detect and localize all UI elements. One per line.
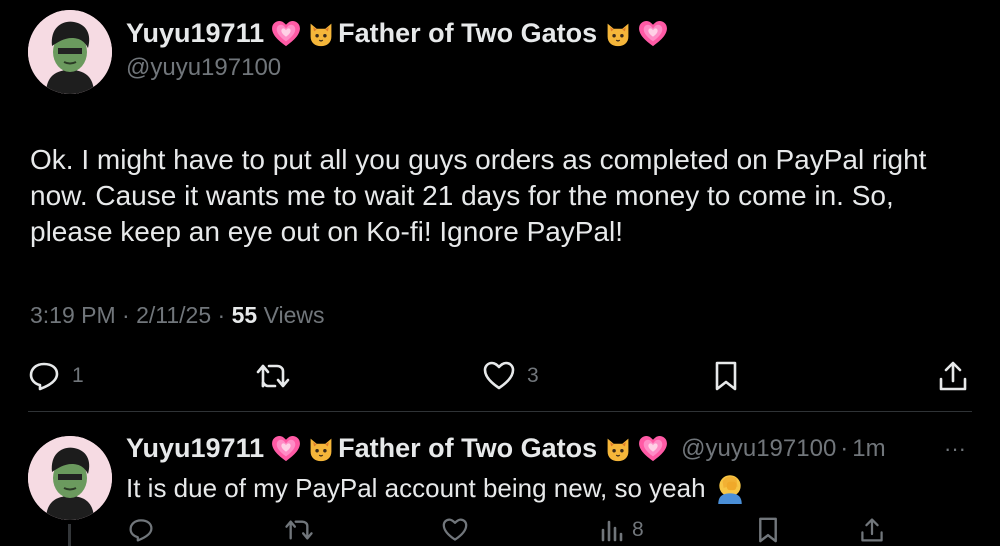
- reply-icon: [129, 519, 153, 542]
- avatar[interactable]: [28, 10, 112, 94]
- avatar-image: [28, 10, 112, 94]
- author-handle[interactable]: @yuyu197100: [681, 435, 836, 463]
- share-icon: [939, 361, 967, 391]
- like-count: 3: [527, 364, 539, 387]
- repost-button[interactable]: [284, 516, 314, 544]
- heart-emoji-icon: [639, 21, 667, 47]
- views-count: 55: [231, 302, 258, 328]
- heart-emoji-icon: [272, 21, 300, 47]
- reply-avatar[interactable]: [28, 436, 112, 520]
- bookmark-icon: [759, 517, 777, 543]
- like-button[interactable]: [442, 516, 468, 544]
- analytics-button[interactable]: 8: [600, 516, 644, 544]
- like-icon: [442, 518, 468, 541]
- author-handle[interactable]: @yuyu197100: [126, 54, 281, 82]
- avatar-image: [28, 436, 112, 520]
- repost-icon: [256, 364, 290, 388]
- more-options-button[interactable]: ···: [944, 436, 966, 462]
- views-label: Views: [263, 302, 325, 328]
- facepalm-emoji-icon: [714, 472, 746, 504]
- analytics-icon: [601, 520, 623, 542]
- repost-icon: [285, 520, 313, 540]
- meta-separator: ·: [840, 434, 849, 462]
- display-name: Yuyu19711: [126, 18, 265, 48]
- bookmark-button[interactable]: [756, 516, 780, 544]
- cat-emoji-icon: [308, 436, 334, 462]
- display-name: Yuyu19711: [126, 433, 265, 463]
- heart-emoji-icon: [639, 436, 667, 462]
- reply-button[interactable]: [128, 516, 154, 544]
- cat-emoji-icon: [605, 21, 631, 47]
- more-icon: ···: [944, 436, 966, 461]
- post-time[interactable]: 3:19 PM: [30, 302, 116, 328]
- post-meta: 3:19 PM · 2/11/25 · 55 Views: [30, 302, 325, 329]
- bookmark-icon: [715, 361, 737, 391]
- post-text: Ok. I might have to put all you guys ord…: [30, 144, 927, 247]
- reply-post-author[interactable]: Yuyu19711 Father of Two Gatos @yuyu19710…: [126, 433, 886, 464]
- post-date[interactable]: 2/11/25: [136, 302, 211, 328]
- share-button[interactable]: [938, 360, 968, 392]
- divider: [28, 411, 972, 412]
- reply-icon: [29, 362, 59, 391]
- thread-line: [68, 524, 71, 546]
- like-button[interactable]: 3: [483, 360, 539, 392]
- meta-separator: ·: [122, 302, 137, 328]
- cat-emoji-icon: [308, 21, 334, 47]
- like-icon: [483, 361, 515, 390]
- reply-text-row: It is due of my PayPal account being new…: [126, 472, 746, 504]
- reply-count: 1: [72, 364, 84, 387]
- display-name-suffix: Father of Two Gatos: [338, 18, 598, 48]
- share-icon: [861, 518, 883, 542]
- meta-separator: ·: [217, 302, 232, 328]
- post-time-ago[interactable]: 1m: [852, 435, 885, 463]
- post-text: It is due of my PayPal account being new…: [126, 472, 706, 503]
- cat-emoji-icon: [605, 436, 631, 462]
- display-name-suffix: Father of Two Gatos: [338, 433, 598, 463]
- repost-button[interactable]: [255, 360, 291, 392]
- main-post-author[interactable]: Yuyu19711 Father of Two Gatos: [126, 18, 667, 49]
- views-count: 8: [632, 518, 644, 541]
- reply-button[interactable]: 1: [28, 360, 84, 392]
- share-button[interactable]: [860, 516, 884, 544]
- heart-emoji-icon: [272, 436, 300, 462]
- bookmark-button[interactable]: [712, 360, 740, 392]
